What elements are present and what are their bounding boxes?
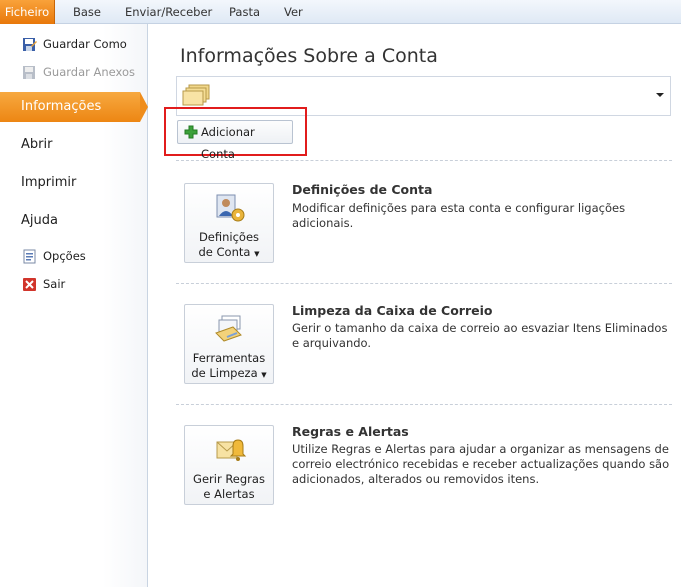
- cleanup-tools-line1: Ferramentas: [192, 351, 266, 365]
- plus-icon: [184, 125, 198, 139]
- separator: [176, 283, 672, 284]
- save-attachments-label: Guardar Anexos: [43, 65, 136, 79]
- nav-print[interactable]: Imprimir: [0, 168, 146, 198]
- dropdown-arrow-icon: ▼: [254, 250, 260, 258]
- nav-info-label: Informações: [21, 99, 102, 114]
- backstage-nav: Guardar Como Guardar Anexos Informações …: [0, 24, 148, 587]
- save-as-icon: [23, 38, 37, 51]
- chevron-down-icon[interactable]: [656, 93, 664, 97]
- cleanup-tools-line2: de Limpeza ▼: [185, 366, 273, 383]
- save-as-button[interactable]: Guardar Como: [0, 33, 146, 55]
- account-settings-button[interactable]: Definições de Conta ▼: [184, 183, 274, 263]
- tab-home[interactable]: Base: [73, 0, 101, 24]
- tab-send-receive[interactable]: Enviar/Receber: [125, 0, 212, 24]
- add-account-button[interactable]: Adicionar Conta: [177, 120, 293, 161]
- options-label: Opções: [43, 249, 86, 263]
- exit-button[interactable]: Sair: [0, 273, 146, 295]
- ribbon-tab-bar: Ficheiro Base Enviar/Receber Pasta Ver: [0, 0, 681, 24]
- nav-open[interactable]: Abrir: [0, 130, 146, 160]
- mailbox-icon: [182, 84, 210, 106]
- tab-view[interactable]: Ver: [284, 0, 303, 24]
- page-title: Informações Sobre a Conta: [180, 45, 438, 67]
- section-title-rules-alerts: Regras e Alertas: [292, 424, 409, 439]
- rules-alerts-icon: [216, 439, 247, 461]
- tab-folder[interactable]: Pasta: [229, 0, 260, 24]
- cleanup-tools-icon: [215, 315, 242, 342]
- separator: [176, 160, 672, 161]
- selected-arrow-icon: [140, 92, 148, 122]
- section-desc-mailbox-cleanup: Gerir o tamanho da caixa de correio ao e…: [292, 321, 668, 350]
- dropdown-arrow-icon: ▼: [261, 371, 267, 379]
- options-button[interactable]: Opções: [0, 245, 146, 267]
- exit-label: Sair: [43, 277, 66, 291]
- cleanup-tools-line2-text: de Limpeza: [191, 366, 258, 380]
- nav-help[interactable]: Ajuda: [0, 206, 146, 236]
- add-account-label: Adicionar Conta: [201, 125, 255, 161]
- options-icon: [23, 249, 36, 264]
- save-as-label: Guardar Como: [43, 37, 127, 51]
- account-settings-line2: de Conta ▼: [185, 245, 273, 262]
- nav-info[interactable]: Informações: [0, 92, 148, 122]
- section-title-mailbox-cleanup: Limpeza da Caixa de Correio: [292, 303, 493, 318]
- close-icon: [23, 278, 36, 291]
- manage-rules-alerts-button[interactable]: Gerir Regras e Alertas: [184, 425, 274, 505]
- account-settings-line2-text: de Conta: [198, 245, 251, 259]
- save-attachments-icon: [23, 66, 35, 79]
- manage-rules-line2: e Alertas: [203, 487, 255, 501]
- account-settings-icon: [216, 194, 245, 222]
- manage-rules-line1: Gerir Regras: [193, 472, 265, 486]
- section-title-account-settings: Definições de Conta: [292, 182, 433, 197]
- section-desc-account-settings: Modificar definições para esta conta e c…: [292, 201, 626, 230]
- account-settings-line1: Definições: [198, 230, 260, 244]
- separator: [176, 404, 672, 405]
- cleanup-tools-button[interactable]: Ferramentas de Limpeza ▼: [184, 304, 274, 384]
- section-desc-rules-alerts: Utilize Regras e Alertas para ajudar a o…: [292, 442, 670, 486]
- save-attachments-button[interactable]: Guardar Anexos: [0, 61, 146, 83]
- tab-file[interactable]: Ficheiro: [0, 0, 55, 24]
